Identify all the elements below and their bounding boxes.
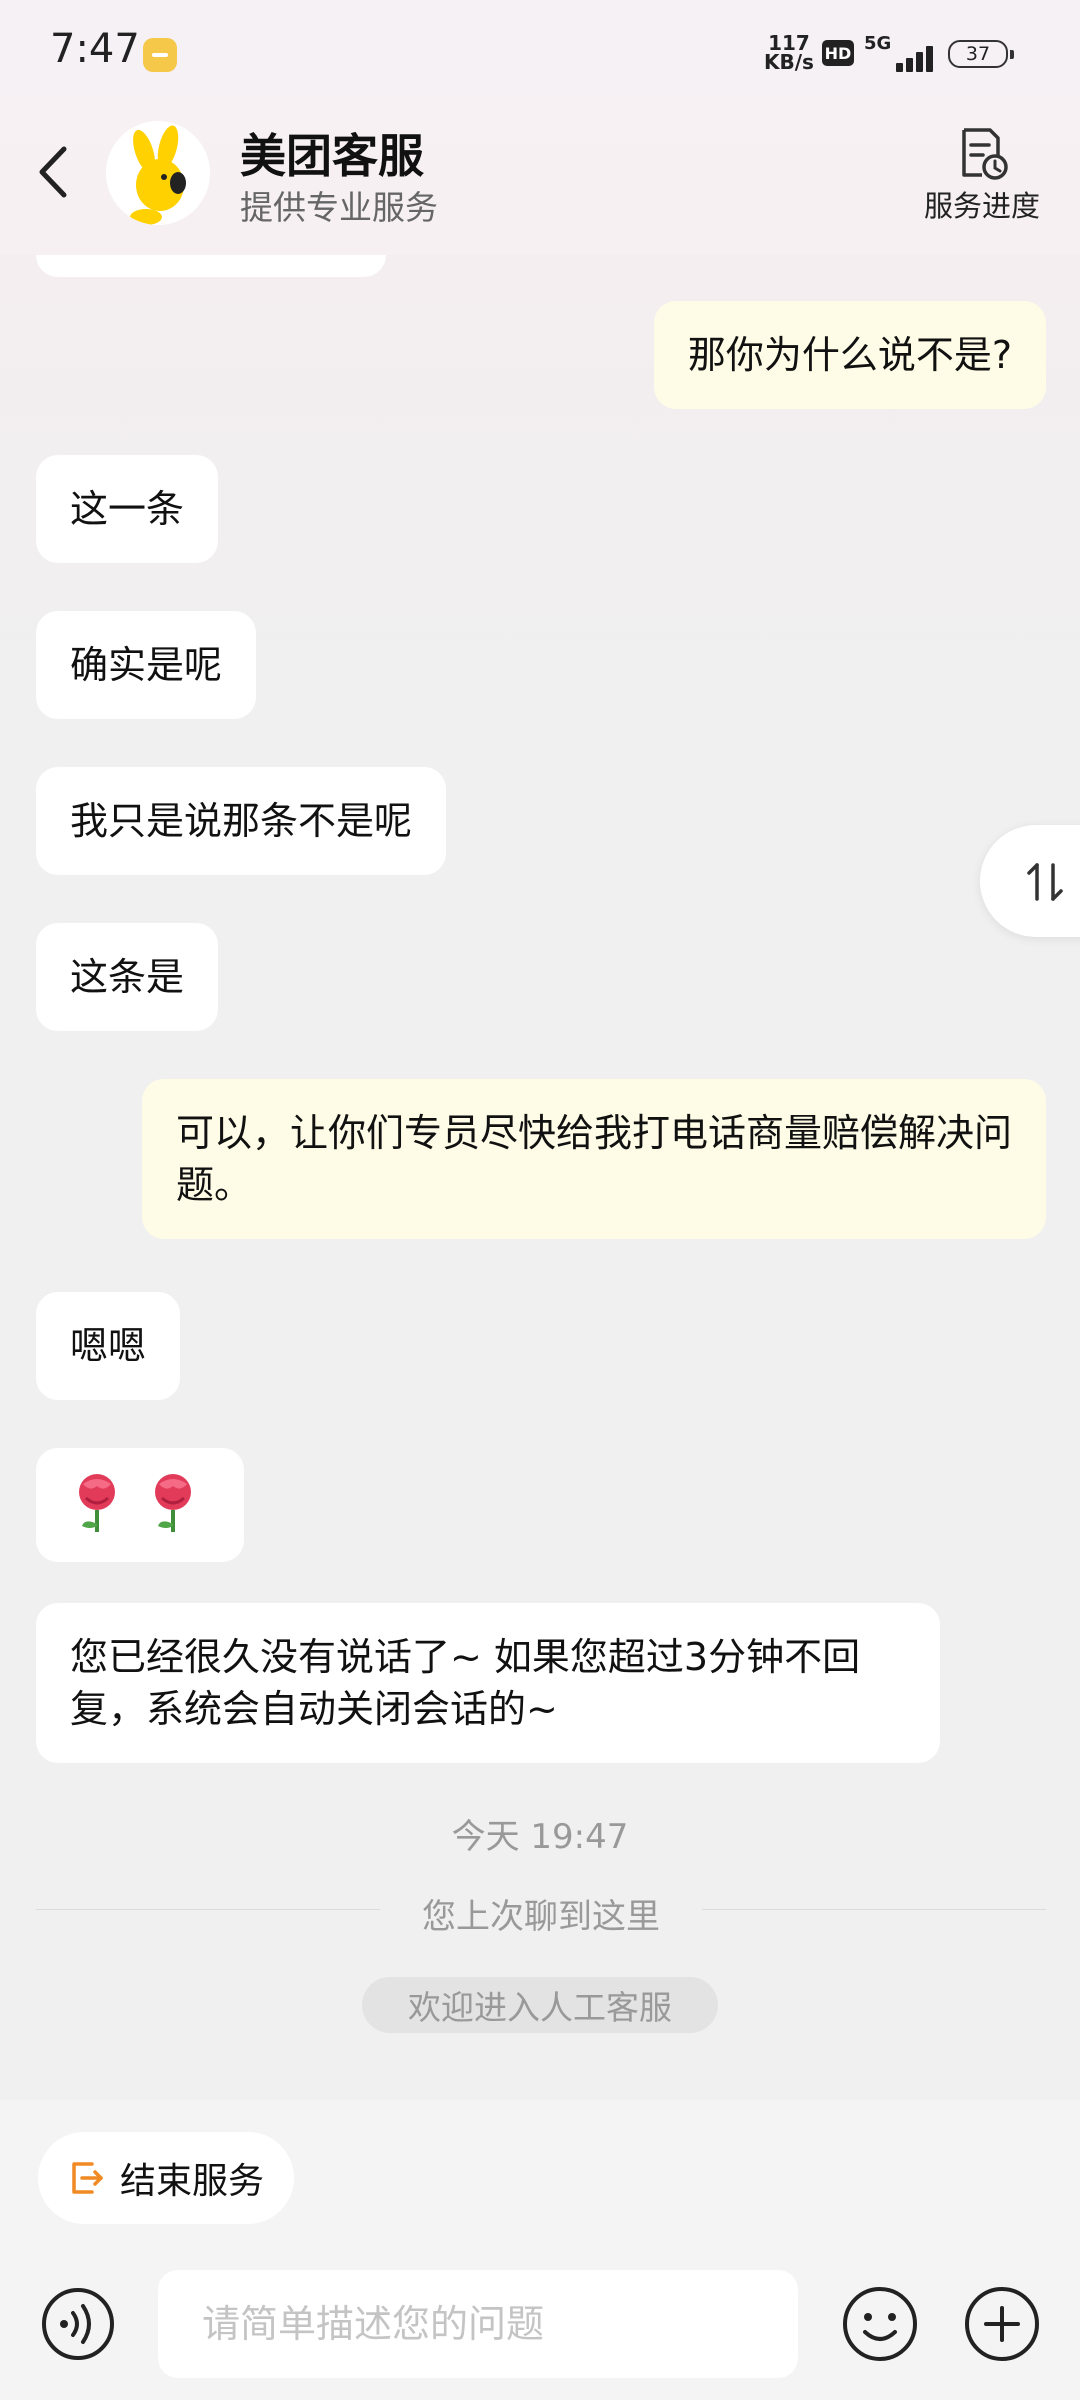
up-down-arrows-icon <box>1027 863 1063 901</box>
message-bubble-partial <box>36 255 386 277</box>
notification-app-icon <box>143 38 177 72</box>
exit-icon <box>72 2162 103 2194</box>
scroll-toggle-button[interactable] <box>980 825 1080 937</box>
message-bubble-user[interactable]: 那你为什么说不是? <box>653 301 1046 409</box>
status-bar: 7:47 117 KB/s HD 5G 37 <box>0 0 1080 95</box>
back-button[interactable] <box>30 137 80 207</box>
system-welcome-pill: 欢迎进入人工客服 <box>362 1977 718 2033</box>
emoji-button[interactable] <box>840 2284 920 2364</box>
message-bubble-agent[interactable]: 这条是 <box>36 923 219 1031</box>
signal-strength-icon <box>868 38 934 72</box>
battery-icon: 37 <box>948 40 1014 68</box>
rose-icon <box>79 1474 115 1532</box>
app-root: 7:47 117 KB/s HD 5G 37 美团客服 提供专业服务 服务进度 … <box>0 0 1080 2400</box>
page-subtitle: 提供专业服务 <box>240 188 438 227</box>
bottom-panel: 结束服务 <box>0 2100 1080 2400</box>
avatar[interactable] <box>106 121 210 225</box>
chevron-left-icon <box>39 146 67 198</box>
page-title: 美团客服 <box>240 129 424 183</box>
last-read-text: 您上次聊到这里 <box>422 1897 660 1937</box>
message-bubble-agent[interactable]: 我只是说那条不是呢 <box>36 767 447 875</box>
rose-icon <box>155 1474 192 1532</box>
document-clock-icon <box>962 128 1008 180</box>
end-service-button[interactable]: 结束服务 <box>38 2132 294 2224</box>
last-read-divider: 您上次聊到这里 <box>36 1889 1046 1937</box>
message-bubble-agent[interactable]: 嗯嗯 <box>36 1292 181 1400</box>
message-timestamp: 今天 19:47 <box>451 1817 629 1857</box>
service-progress-label: 服务进度 <box>923 189 1040 223</box>
end-service-label: 结束服务 <box>120 2161 265 2202</box>
message-bubble-agent[interactable]: 这一条 <box>36 455 219 563</box>
voice-icon <box>42 2288 114 2360</box>
message-bubble-agent[interactable]: 确实是呢 <box>36 611 257 719</box>
service-progress-button[interactable]: 服务进度 <box>912 125 1052 225</box>
message-bubble-agent-emoji[interactable] <box>36 1448 245 1562</box>
chat-message-list[interactable]: 那你为什么说不是? 这一条 确实是呢 我只是说那条不是呢 这条是 可以，让你们专… <box>0 255 1080 2100</box>
battery-level: 37 <box>965 43 991 65</box>
mascot-kangaroo-icon <box>106 121 210 225</box>
voice-input-button[interactable] <box>40 2286 116 2362</box>
message-bubble-agent[interactable]: 您已经很久没有说话了~ 如果您超过3分钟不回复，系统会自动关闭会话的~ <box>36 1603 940 1763</box>
hd-badge: HD <box>822 40 854 66</box>
status-time: 7:47 <box>50 26 140 72</box>
chat-header: 美团客服 提供专业服务 服务进度 <box>0 95 1080 255</box>
message-bubble-user[interactable]: 可以，让你们专员尽快给我打电话商量赔偿解决问题。 <box>142 1079 1046 1239</box>
network-speed: 117 KB/s <box>764 33 814 74</box>
smiley-icon <box>843 2287 917 2361</box>
more-actions-button[interactable] <box>962 2284 1042 2364</box>
network-speed-unit: KB/s <box>764 50 814 74</box>
plus-circle-icon <box>965 2287 1039 2361</box>
message-input[interactable] <box>158 2270 798 2378</box>
